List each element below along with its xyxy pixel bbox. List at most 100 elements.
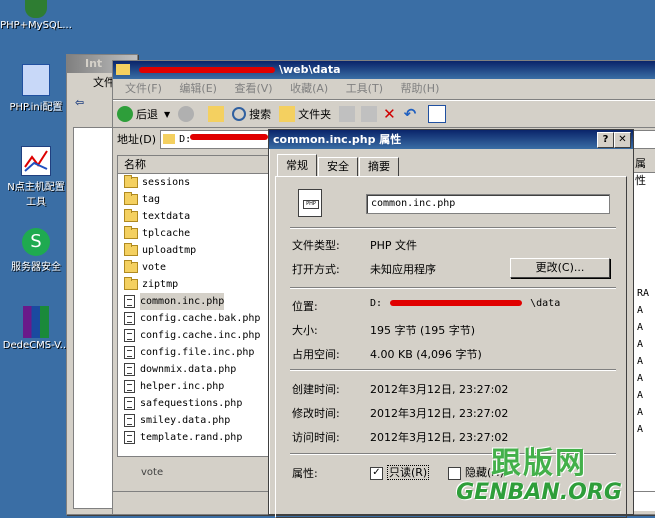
- change-button[interactable]: 更改(C)...: [510, 258, 610, 278]
- php-file-icon: [124, 397, 135, 410]
- file-row[interactable]: config.file.inc.php: [118, 344, 270, 361]
- file-rows: sessions tag textdata tplcache uploadtmp vote…: [118, 174, 270, 446]
- file-row[interactable]: helper.inc.php: [118, 378, 270, 395]
- desktop-icon-label: PHP.ini配置: [9, 102, 63, 113]
- file-type-label: 文件类型:: [292, 239, 340, 252]
- help-button[interactable]: ?: [597, 132, 614, 148]
- undo-icon[interactable]: ↶: [404, 105, 417, 123]
- watermark-en: GENBAN.ORG: [456, 480, 622, 505]
- desktop-icon-phpmysql[interactable]: PHP+MySQL...: [0, 0, 72, 31]
- tab-security[interactable]: 安全: [318, 157, 358, 176]
- file-row[interactable]: smiley.data.php: [118, 412, 270, 429]
- folder-icon: [124, 277, 138, 290]
- folder-row[interactable]: tplcache: [118, 225, 270, 242]
- attribute-cell: A: [637, 322, 644, 333]
- file-row[interactable]: template.rand.php: [118, 429, 270, 446]
- move-to-icon[interactable]: [339, 106, 356, 122]
- copy-to-icon[interactable]: [361, 106, 378, 122]
- dialog-titlebar[interactable]: common.inc.php 属性 ? ✕: [269, 130, 633, 149]
- shield-icon: [25, 0, 47, 18]
- filename-input[interactable]: common.inc.php: [366, 194, 610, 214]
- file-name: vote: [142, 262, 167, 273]
- created-label: 创建时间:: [292, 383, 340, 396]
- forward-arrow-icon[interactable]: [178, 106, 195, 122]
- desktop-icon-label: 服务器安全: [11, 262, 61, 273]
- modified-value: 2012年3月12日, 23:27:02: [370, 407, 509, 420]
- desktop-icon-security[interactable]: S 服务器安全: [0, 228, 72, 273]
- desktop-icon-phpini[interactable]: PHP.ini配置: [0, 64, 72, 113]
- explorer-title-text: \web\data: [279, 63, 341, 76]
- folder-icon: [124, 175, 138, 188]
- divider: [290, 287, 616, 289]
- accessed-value: 2012年3月12日, 23:27:02: [370, 431, 509, 444]
- folder-row[interactable]: textdata: [118, 208, 270, 225]
- menu-help[interactable]: 帮助(H): [401, 82, 440, 95]
- menu-favorites[interactable]: 收藏(A): [290, 82, 328, 95]
- attributes-label: 属性:: [292, 467, 318, 480]
- desktop-icon-dedecms[interactable]: DedeCMS-V...: [0, 306, 72, 351]
- title-redacted: [139, 67, 275, 73]
- modified-label: 修改时间:: [292, 407, 340, 420]
- tab-summary[interactable]: 摘要: [359, 157, 399, 176]
- folders-button[interactable]: 文件夹: [279, 106, 331, 122]
- file-name: config.cache.bak.php: [140, 313, 261, 324]
- php-file-icon: [124, 346, 135, 359]
- folder-row[interactable]: vote: [118, 259, 270, 276]
- folder-row[interactable]: tag: [118, 191, 270, 208]
- folder-icon: [116, 64, 130, 75]
- up-folder-icon[interactable]: [208, 106, 225, 122]
- php-file-icon: [124, 295, 135, 308]
- file-row[interactable]: downmix.data.php: [118, 361, 270, 378]
- folder-icon: [124, 209, 138, 222]
- file-name: config.file.inc.php: [140, 347, 255, 358]
- desktop-icon-label: DedeCMS-V...: [2, 340, 70, 351]
- created-value: 2012年3月12日, 23:27:02: [370, 383, 509, 396]
- readonly-checkbox[interactable]: ✓ 只读(R): [370, 464, 430, 480]
- column-header-attributes[interactable]: 属性: [633, 155, 655, 187]
- file-type-value: PHP 文件: [370, 239, 418, 252]
- folder-row[interactable]: sessions: [118, 174, 270, 191]
- column-header-name[interactable]: 名称: [118, 156, 270, 174]
- attribute-cell: A: [637, 373, 644, 384]
- file-name: uploadtmp: [142, 245, 197, 256]
- explorer-titlebar[interactable]: \web\data: [113, 61, 655, 79]
- delete-icon[interactable]: ✕: [383, 105, 396, 123]
- attribute-cell: A: [637, 424, 644, 435]
- tab-general[interactable]: 常规: [277, 154, 317, 176]
- dialog-tabs: 常规 安全 摘要: [277, 154, 400, 176]
- menu-view[interactable]: 查看(V): [234, 82, 272, 95]
- folder-row[interactable]: uploadtmp: [118, 242, 270, 259]
- menu-edit[interactable]: 编辑(E): [179, 82, 217, 95]
- chevron-down-icon: ▼: [164, 109, 171, 119]
- menu-file[interactable]: 文件(F): [125, 82, 162, 95]
- attribute-cell: A: [637, 407, 644, 418]
- folder-icon: [124, 260, 138, 273]
- desktop-icon-label: N点主机配置: [7, 182, 65, 193]
- close-button[interactable]: ✕: [614, 132, 631, 148]
- attribute-cell: A: [637, 305, 644, 316]
- size-value: 195 字节 (195 字节): [370, 324, 476, 337]
- file-row[interactable]: common.inc.php: [118, 293, 270, 310]
- file-name: template.rand.php: [140, 432, 243, 443]
- location-value: D: \data: [370, 298, 561, 309]
- desktop-icon-ndian[interactable]: N点主机配置 工具: [0, 146, 72, 208]
- search-button[interactable]: 搜索: [232, 106, 271, 122]
- folder-row[interactable]: ziptmp: [118, 276, 270, 293]
- file-row[interactable]: config.cache.inc.php: [118, 327, 270, 344]
- desktop-icon-label: PHP+MySQL...: [0, 20, 72, 31]
- explorer-toolbar: 后退 ▼ 搜索 文件夹 ✕ ↶: [113, 100, 655, 128]
- file-list: 名称 sessions tag textdata tplcache uploadtmp v…: [117, 155, 271, 457]
- back-arrow-icon: [117, 106, 133, 122]
- back-button[interactable]: 后退 ▼: [117, 106, 170, 122]
- file-row[interactable]: config.cache.bak.php: [118, 310, 270, 327]
- views-icon[interactable]: [428, 105, 447, 123]
- address-label: 地址(D): [117, 133, 157, 146]
- folder-icon: [163, 134, 176, 144]
- watermark-cn: 跟版网: [491, 446, 587, 481]
- file-name: config.cache.inc.php: [140, 330, 261, 341]
- location-redacted: [390, 300, 523, 306]
- folder-icon: [124, 243, 138, 256]
- php-file-icon: [124, 312, 135, 325]
- file-row[interactable]: safequestions.php: [118, 395, 270, 412]
- menu-tools[interactable]: 工具(T): [346, 82, 383, 95]
